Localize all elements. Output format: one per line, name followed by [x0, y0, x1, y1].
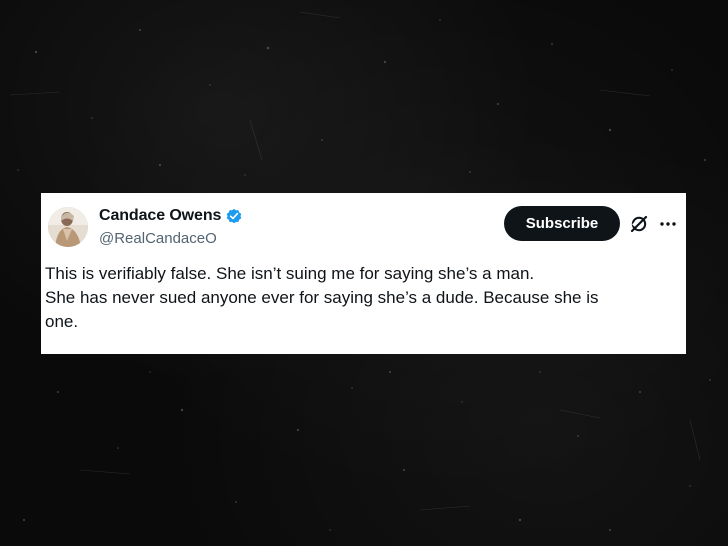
more-options-icon[interactable] — [658, 214, 678, 234]
author-handle[interactable]: @RealCandaceO — [99, 230, 217, 247]
tweet-body: This is verifiably false. She isn’t suin… — [45, 262, 677, 334]
tweet-text-line: This is verifiably false. She isn’t suin… — [45, 264, 535, 283]
author-name-row: Candace Owens — [99, 207, 243, 225]
tweet-text-line: She has never sued anyone ever for sayin… — [45, 288, 599, 307]
subscribe-button[interactable]: Subscribe — [504, 206, 620, 241]
tweet-card: Candace Owens @RealCandaceO Subscribe Th… — [41, 193, 686, 354]
tweet-text-line: one. — [45, 312, 79, 331]
avatar-image — [48, 207, 88, 247]
grok-icon[interactable] — [629, 214, 649, 234]
avatar[interactable] — [48, 207, 88, 247]
verified-badge-icon — [225, 207, 243, 225]
display-name[interactable]: Candace Owens — [99, 207, 221, 225]
